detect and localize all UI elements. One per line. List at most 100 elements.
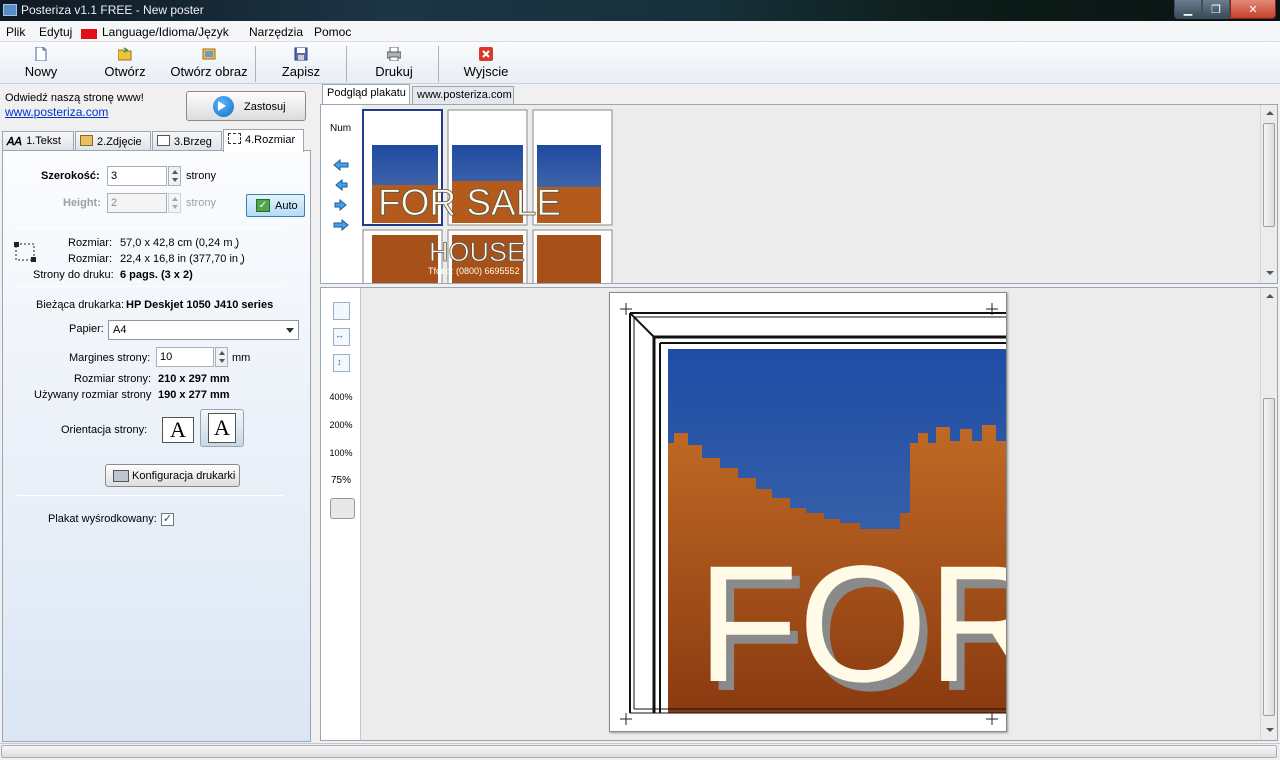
print-button[interactable]: Drukuj xyxy=(368,42,420,84)
portrait-button[interactable]: A xyxy=(208,413,236,443)
first-page-icon[interactable] xyxy=(333,159,349,171)
printer-value: HP Deskjet 1050 J410 series xyxy=(126,299,274,311)
size-cm-value: 57,0 x 42,8 cm (0,24 m ̥) xyxy=(120,237,240,249)
zoom-100[interactable]: 100% xyxy=(321,448,361,458)
height-unit: strony xyxy=(186,197,216,209)
menu-edit[interactable]: Edytuj xyxy=(39,25,72,39)
fit-height-button[interactable]: ↕ xyxy=(333,354,350,372)
save-button[interactable]: Zapisz xyxy=(276,42,326,84)
thumb-nav: Num xyxy=(321,105,361,283)
last-page-icon[interactable] xyxy=(333,219,349,231)
centered-label: Plakat wyśrodkowany: xyxy=(48,513,157,525)
website-link[interactable]: www.posteriza.com xyxy=(5,105,108,119)
paper-label: Papier: xyxy=(69,323,104,335)
poster-page-image: FOR FOR xyxy=(610,303,1007,731)
close-button[interactable]: ✕ xyxy=(1230,0,1276,19)
margin-label: Margines strony: xyxy=(69,352,151,364)
height-stepper[interactable] xyxy=(168,193,181,213)
preview-scrollbar[interactable] xyxy=(1260,288,1277,740)
size-in-label: Rozmiar: xyxy=(68,253,113,265)
printer-config-button[interactable]: Konfiguracja drukarki xyxy=(105,464,240,487)
zoom-200[interactable]: 200% xyxy=(321,420,361,430)
used-size-value: 190 x 277 mm xyxy=(158,389,230,401)
menu-bar: Plik Edytuj Language/Idioma/Język Narzęd… xyxy=(0,21,1280,42)
zoom-400[interactable]: 400% xyxy=(321,392,361,402)
page-thumbnails-view: Num FOR SALE HOUSE Tfono: (0800) 6695552 xyxy=(320,104,1278,284)
margin-input[interactable]: 10 xyxy=(156,347,214,367)
window-title: Posteriza v1.1 FREE - New poster xyxy=(21,3,204,17)
height-input[interactable]: 2 xyxy=(107,193,167,213)
used-size-label: Używany rozmiar strony xyxy=(34,389,152,401)
prev-page-icon[interactable] xyxy=(333,179,349,191)
thumbnails-scrollbar[interactable] xyxy=(1260,105,1277,283)
thumb-phone-text: Tfono: (0800) 6695552 xyxy=(428,266,520,276)
printer-icon xyxy=(387,47,401,61)
visit-text: Odwiedź naszą stronę www! xyxy=(5,92,144,104)
scrollbar-thumb[interactable] xyxy=(1,745,1277,758)
size-tab-content: Szerokość: 3 strony Height: 2 strony ✓ A… xyxy=(2,150,311,742)
menu-language[interactable]: Language/Idioma/Język xyxy=(102,25,229,39)
toolbar-separator xyxy=(255,46,256,82)
resize-icon xyxy=(14,242,36,262)
poster-thumbnails: FOR SALE HOUSE Tfono: (0800) 6695552 xyxy=(362,109,613,283)
tab-website[interactable]: www.posteriza.com xyxy=(412,86,514,104)
tab-poster-preview[interactable]: Podgląd plakatu xyxy=(322,84,410,104)
orientation-label: Orientacja strony: xyxy=(61,424,148,436)
maximize-button[interactable]: ❐ xyxy=(1202,0,1230,19)
size-in-value: 22,4 x 16,8 in (377,70 in ̥) xyxy=(120,253,245,265)
scroll-down-icon[interactable] xyxy=(1266,728,1274,732)
divider xyxy=(17,495,283,496)
zoom-custom-button[interactable] xyxy=(330,498,355,519)
minimize-button[interactable]: ▁ xyxy=(1174,0,1202,19)
border-icon xyxy=(157,135,170,146)
thumb-house-text: HOUSE xyxy=(429,237,525,267)
horizontal-scrollbar[interactable] xyxy=(1,744,1279,759)
menu-file[interactable]: Plik xyxy=(6,25,25,39)
centered-checkbox[interactable]: ✓ xyxy=(161,513,174,526)
tab-size[interactable]: 4.Rozmiar xyxy=(223,129,304,152)
open-image-button[interactable]: Otwórz obraz xyxy=(168,42,250,84)
apply-button[interactable]: Zastosuj xyxy=(186,91,306,121)
next-page-icon[interactable] xyxy=(333,199,349,211)
text-icon: 𝘈𝘈 xyxy=(7,136,23,148)
zoom-toolbar: ↔ ↕ 400% 200% 100% 75% xyxy=(321,288,361,740)
scroll-up-icon[interactable] xyxy=(1266,294,1274,298)
height-label: Height: xyxy=(63,197,101,209)
exit-button[interactable]: Wyjscie xyxy=(458,42,514,84)
scroll-up-icon[interactable] xyxy=(1266,111,1274,115)
portrait-button-frame[interactable]: A xyxy=(200,409,244,447)
tab-photo[interactable]: 2.Zdjęcie xyxy=(75,131,151,151)
new-button[interactable]: Nowy xyxy=(16,42,66,84)
fit-page-button[interactable] xyxy=(333,302,350,320)
tab-text[interactable]: 𝘈𝘈 1.Tekst xyxy=(2,131,74,151)
title-bar: Posteriza v1.1 FREE - New poster ▁ ❐ ✕ xyxy=(0,0,1280,21)
pages-to-print-value: 6 pags. (3 x 2) xyxy=(120,269,193,281)
landscape-button[interactable]: A xyxy=(162,417,194,443)
menu-help[interactable]: Pomoc xyxy=(314,25,351,39)
margin-stepper[interactable] xyxy=(215,347,228,367)
app-icon xyxy=(3,4,17,16)
toolbar-separator xyxy=(346,46,347,82)
thumb-page-6[interactable] xyxy=(532,229,613,283)
tab-border[interactable]: 3.Brzeg xyxy=(152,131,222,151)
width-input[interactable]: 3 xyxy=(107,166,167,186)
poster-main-text: FOR xyxy=(697,532,1007,717)
thumbnails-area: FOR SALE HOUSE Tfono: (0800) 6695552 xyxy=(362,105,1260,283)
scrollbar-thumb[interactable] xyxy=(1263,123,1275,227)
fit-width-button[interactable]: ↔ xyxy=(333,328,350,346)
page-preview: FOR FOR xyxy=(609,292,1007,732)
chevron-down-icon xyxy=(286,328,294,333)
margin-unit: mm xyxy=(232,352,251,364)
auto-button[interactable]: ✓ Auto xyxy=(246,194,305,217)
floppy-disk-icon xyxy=(294,47,308,61)
zoom-75[interactable]: 75% xyxy=(321,475,361,486)
page-size-label: Rozmiar strony: xyxy=(74,373,152,385)
divider xyxy=(17,286,283,287)
width-stepper[interactable] xyxy=(168,166,181,186)
menu-tools[interactable]: Narzędzia xyxy=(249,25,303,39)
scrollbar-thumb[interactable] xyxy=(1263,398,1275,716)
scroll-down-icon[interactable] xyxy=(1266,271,1274,275)
page-size-value: 210 x 297 mm xyxy=(158,373,230,385)
paper-select[interactable]: A4 xyxy=(108,320,299,340)
open-button[interactable]: Otwórz xyxy=(100,42,150,84)
